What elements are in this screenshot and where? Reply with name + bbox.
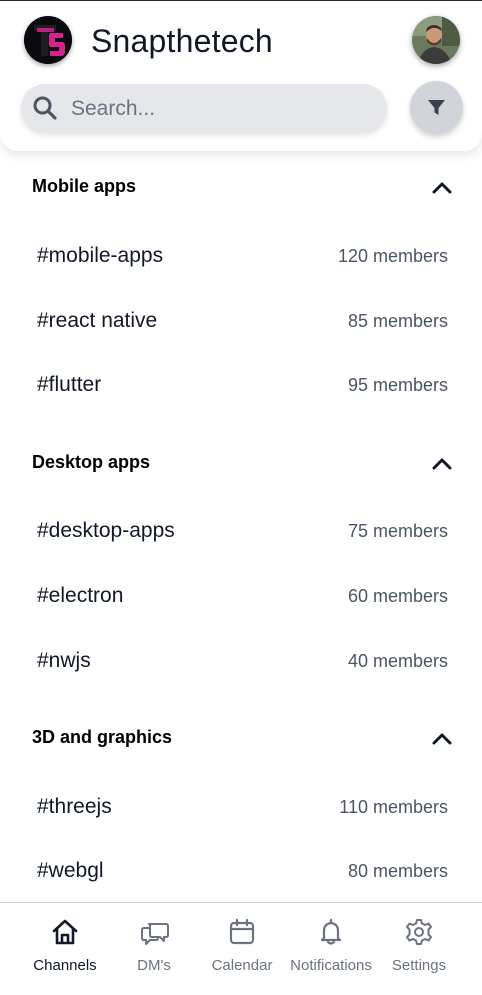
channel-name: #electron [37, 584, 124, 607]
nav-settings[interactable]: Settings [371, 903, 467, 995]
channel-list: Mobile apps #mobile-apps 120 members #re… [0, 150, 482, 902]
channel-item[interactable]: #react native 85 members [0, 297, 482, 347]
snapthetech-logo[interactable] [24, 16, 72, 64]
nav-label: Calendar [211, 957, 273, 974]
search-input[interactable] [69, 90, 373, 128]
section-header-desktop-apps[interactable]: Desktop apps [0, 444, 482, 484]
chevron-up-icon[interactable] [430, 727, 454, 751]
nav-notifications[interactable]: Notifications [283, 903, 379, 995]
section-header-mobile-apps[interactable]: Mobile apps [0, 168, 482, 208]
app-screen: Snapthetech Search... Mobile apps #mobil… [0, 0, 482, 995]
nav-label: Channels [33, 957, 97, 974]
chevron-up-icon[interactable] [430, 452, 454, 476]
section-title: 3D and graphics [32, 727, 173, 747]
member-count: 85 members [347, 311, 448, 331]
channel-name: #webgl [37, 859, 104, 882]
channel-item[interactable]: #threejs 110 members [0, 783, 482, 833]
section-header-3d-graphics[interactable]: 3D and graphics [0, 719, 482, 759]
section-title: Mobile apps [32, 176, 137, 196]
nav-label: Settings [391, 957, 447, 974]
channel-name: #mobile-apps [37, 244, 164, 267]
member-count: 95 members [347, 375, 448, 395]
member-count: 110 members [339, 797, 448, 817]
bell-icon [320, 918, 342, 945]
chevron-up-icon[interactable] [430, 176, 454, 200]
home-icon [52, 919, 78, 945]
calendar-icon [229, 918, 255, 945]
nav-calendar[interactable]: Calendar [194, 903, 290, 995]
filter-icon [428, 100, 445, 115]
channel-item[interactable]: #desktop-apps 75 members [0, 507, 482, 557]
channel-name: #nwjs [37, 649, 91, 672]
nav-channels[interactable]: Channels [17, 903, 113, 995]
gear-icon [406, 919, 432, 945]
member-count: 120 members [337, 246, 448, 266]
nav-label: DM's [137, 957, 171, 974]
channel-name: #flutter [37, 373, 102, 396]
member-count: 40 members [347, 651, 448, 671]
member-count: 80 members [347, 861, 448, 881]
channel-name: #react native [37, 309, 158, 332]
user-avatar[interactable] [412, 16, 460, 64]
search-bar[interactable] [21, 84, 387, 132]
search-icon [33, 96, 57, 120]
chat-bubbles-icon [141, 923, 169, 945]
nav-label: Notifications [290, 957, 372, 974]
channel-item[interactable]: #webgl 80 members [0, 847, 482, 897]
bottom-navigation: Channels DM's Calendar Notifications Set… [0, 902, 482, 995]
channel-item[interactable]: #electron 60 members [0, 572, 482, 622]
app-title: Snapthetech [91, 23, 273, 59]
app-header: Snapthetech [0, 0, 482, 151]
member-count: 60 members [347, 586, 448, 606]
member-count: 75 members [347, 521, 448, 541]
channel-name: #desktop-apps [37, 519, 175, 542]
channel-name: #threejs [37, 795, 112, 818]
channel-item[interactable]: #nwjs 40 members [0, 637, 482, 687]
channel-item[interactable]: #flutter 95 members [0, 361, 482, 411]
channel-item[interactable]: #mobile-apps 120 members [0, 232, 482, 282]
section-title: Desktop apps [32, 452, 151, 472]
filter-button[interactable] [410, 81, 463, 134]
nav-dms[interactable]: DM's [106, 903, 202, 995]
